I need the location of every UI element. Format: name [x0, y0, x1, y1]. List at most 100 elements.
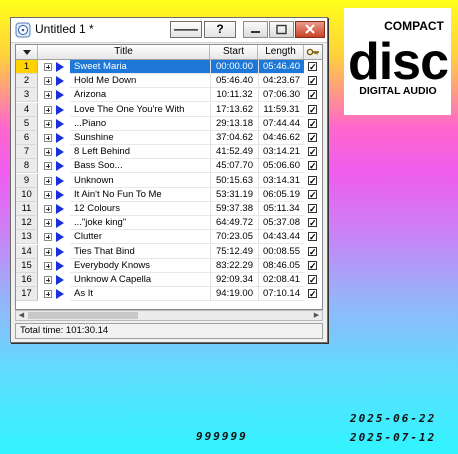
track-start[interactable]: 75:12.49 [210, 244, 258, 259]
table-row[interactable]: 4 Love The One You're With 17:13.62 11:59.3… [16, 102, 322, 117]
track-length[interactable]: 05:37.08 [258, 216, 304, 231]
track-title[interactable]: Unknown [70, 174, 210, 188]
expand-icon[interactable] [44, 247, 52, 256]
track-number[interactable]: 6 [16, 131, 38, 145]
column-header-key[interactable] [304, 45, 322, 59]
track-number[interactable]: 1 [16, 60, 38, 74]
track-length[interactable]: 07:44.44 [258, 116, 304, 131]
track-length[interactable]: 04:43.44 [258, 230, 304, 245]
track-start[interactable]: 10:11.32 [210, 88, 258, 103]
table-row[interactable]: 10 It Ain't No Fun To Me 53:31.19 06:05.19 ✓ [16, 187, 322, 202]
track-checkbox[interactable]: ✓ [308, 175, 317, 185]
track-length[interactable]: 03:14.31 [258, 173, 304, 188]
track-title[interactable]: Unknow A Capella [70, 273, 210, 287]
expand-icon[interactable] [44, 261, 52, 270]
track-start[interactable]: 45:07.70 [210, 159, 258, 174]
track-number[interactable]: 11 [16, 202, 38, 216]
track-start[interactable]: 41:52.49 [210, 145, 258, 160]
column-header-start[interactable]: Start [210, 45, 258, 59]
track-start[interactable]: 59:37.38 [210, 202, 258, 216]
expand-icon[interactable] [44, 63, 52, 71]
track-checkbox[interactable]: ✓ [308, 260, 317, 270]
track-length[interactable]: 03:14.21 [258, 145, 304, 160]
play-icon[interactable] [56, 189, 64, 200]
track-checkbox[interactable]: ✓ [308, 76, 317, 86]
track-checkbox[interactable]: ✓ [308, 104, 317, 114]
track-title[interactable]: Ties That Bind [70, 245, 210, 259]
play-icon[interactable] [56, 104, 64, 115]
track-length[interactable]: 07:06.30 [258, 88, 304, 103]
track-checkbox[interactable]: ✓ [308, 90, 317, 100]
minimize-button[interactable] [243, 21, 268, 38]
track-start[interactable]: 17:13.62 [210, 102, 258, 117]
expand-icon[interactable] [44, 233, 52, 242]
table-row[interactable]: 11 12 Colours 59:37.38 05:11.34 ✓ [16, 202, 322, 216]
track-length[interactable]: 02:08.41 [258, 273, 304, 287]
track-start[interactable]: 37:04.62 [210, 131, 258, 145]
track-checkbox[interactable]: ✓ [308, 118, 317, 128]
track-start[interactable]: 64:49.72 [210, 216, 258, 231]
play-icon[interactable] [56, 232, 64, 243]
track-checkbox[interactable]: ✓ [308, 161, 317, 171]
track-title[interactable]: 8 Left Behind [70, 145, 210, 160]
play-icon[interactable] [56, 76, 64, 87]
table-row[interactable]: 2 Hold Me Down 05:46.40 04:23.67 ✓ [16, 74, 322, 89]
help-button[interactable]: ? [204, 21, 236, 38]
track-length[interactable]: 04:23.67 [258, 74, 304, 89]
track-length[interactable]: 06:05.19 [258, 187, 304, 202]
scroll-left-icon[interactable]: ◀ [17, 311, 26, 320]
table-row[interactable]: 7 8 Left Behind 41:52.49 03:14.21 ✓ [16, 145, 322, 160]
table-row[interactable]: 3 Arizona 10:11.32 07:06.30 ✓ [16, 88, 322, 103]
track-checkbox[interactable]: ✓ [308, 275, 317, 285]
track-start[interactable]: 29:13.18 [210, 116, 258, 131]
track-start[interactable]: 92:09.34 [210, 273, 258, 287]
expand-icon[interactable] [44, 134, 52, 142]
track-number[interactable]: 17 [16, 287, 38, 302]
track-checkbox[interactable]: ✓ [308, 232, 317, 242]
table-row[interactable]: 5 ...Piano 29:13.18 07:44.44 ✓ [16, 116, 322, 131]
expand-icon[interactable] [44, 148, 52, 157]
play-icon[interactable] [56, 62, 64, 72]
table-row[interactable]: 1 Sweet Maria 00:00.00 05:46.40 ✓ [16, 60, 322, 74]
track-title[interactable]: 12 Colours [70, 202, 210, 216]
expand-icon[interactable] [44, 190, 52, 199]
track-start[interactable]: 94:19.00 [210, 287, 258, 302]
table-row[interactable]: 8 Bass Soo... 45:07.70 05:06.60 ✓ [16, 159, 322, 174]
track-length[interactable]: 05:11.34 [258, 202, 304, 216]
play-icon[interactable] [56, 133, 64, 143]
track-checkbox[interactable]: ✓ [308, 204, 317, 214]
expand-icon[interactable] [44, 276, 52, 284]
track-number[interactable]: 5 [16, 116, 38, 131]
play-icon[interactable] [56, 246, 64, 257]
track-length[interactable]: 11:59.31 [258, 102, 304, 117]
expand-icon[interactable] [44, 119, 52, 128]
track-number[interactable]: 2 [16, 74, 38, 89]
table-row[interactable]: 15 Everybody Knows 83:22.29 08:46.05 ✓ [16, 258, 322, 273]
track-number[interactable]: 8 [16, 159, 38, 174]
track-number[interactable]: 15 [16, 258, 38, 273]
track-checkbox[interactable]: ✓ [308, 62, 317, 72]
track-number[interactable]: 13 [16, 230, 38, 245]
track-title[interactable]: Clutter [70, 230, 210, 245]
column-header-length[interactable]: Length [258, 45, 304, 59]
track-title[interactable]: Sunshine [70, 131, 210, 145]
track-number[interactable]: 10 [16, 187, 38, 202]
expand-icon[interactable] [44, 77, 52, 86]
track-checkbox[interactable]: ✓ [308, 218, 317, 228]
track-number[interactable]: 4 [16, 102, 38, 117]
track-title[interactable]: Love The One You're With [70, 103, 210, 117]
play-icon[interactable] [56, 90, 64, 101]
column-header-title[interactable]: Title [38, 45, 210, 59]
expand-icon[interactable] [44, 205, 52, 213]
expand-icon[interactable] [44, 219, 52, 228]
play-icon[interactable] [56, 175, 64, 186]
track-start[interactable]: 00:00.00 [210, 60, 258, 74]
track-checkbox[interactable]: ✓ [308, 289, 317, 299]
play-icon[interactable] [56, 218, 64, 229]
play-icon[interactable] [56, 161, 64, 172]
track-number[interactable]: 12 [16, 216, 38, 231]
track-checkbox[interactable]: ✓ [308, 133, 317, 143]
horizontal-scrollbar[interactable]: ◀ ▶ [15, 310, 323, 321]
table-row[interactable]: 12 ..."joke king" 64:49.72 05:37.08 ✓ [16, 216, 322, 231]
track-length[interactable]: 05:06.60 [258, 159, 304, 174]
